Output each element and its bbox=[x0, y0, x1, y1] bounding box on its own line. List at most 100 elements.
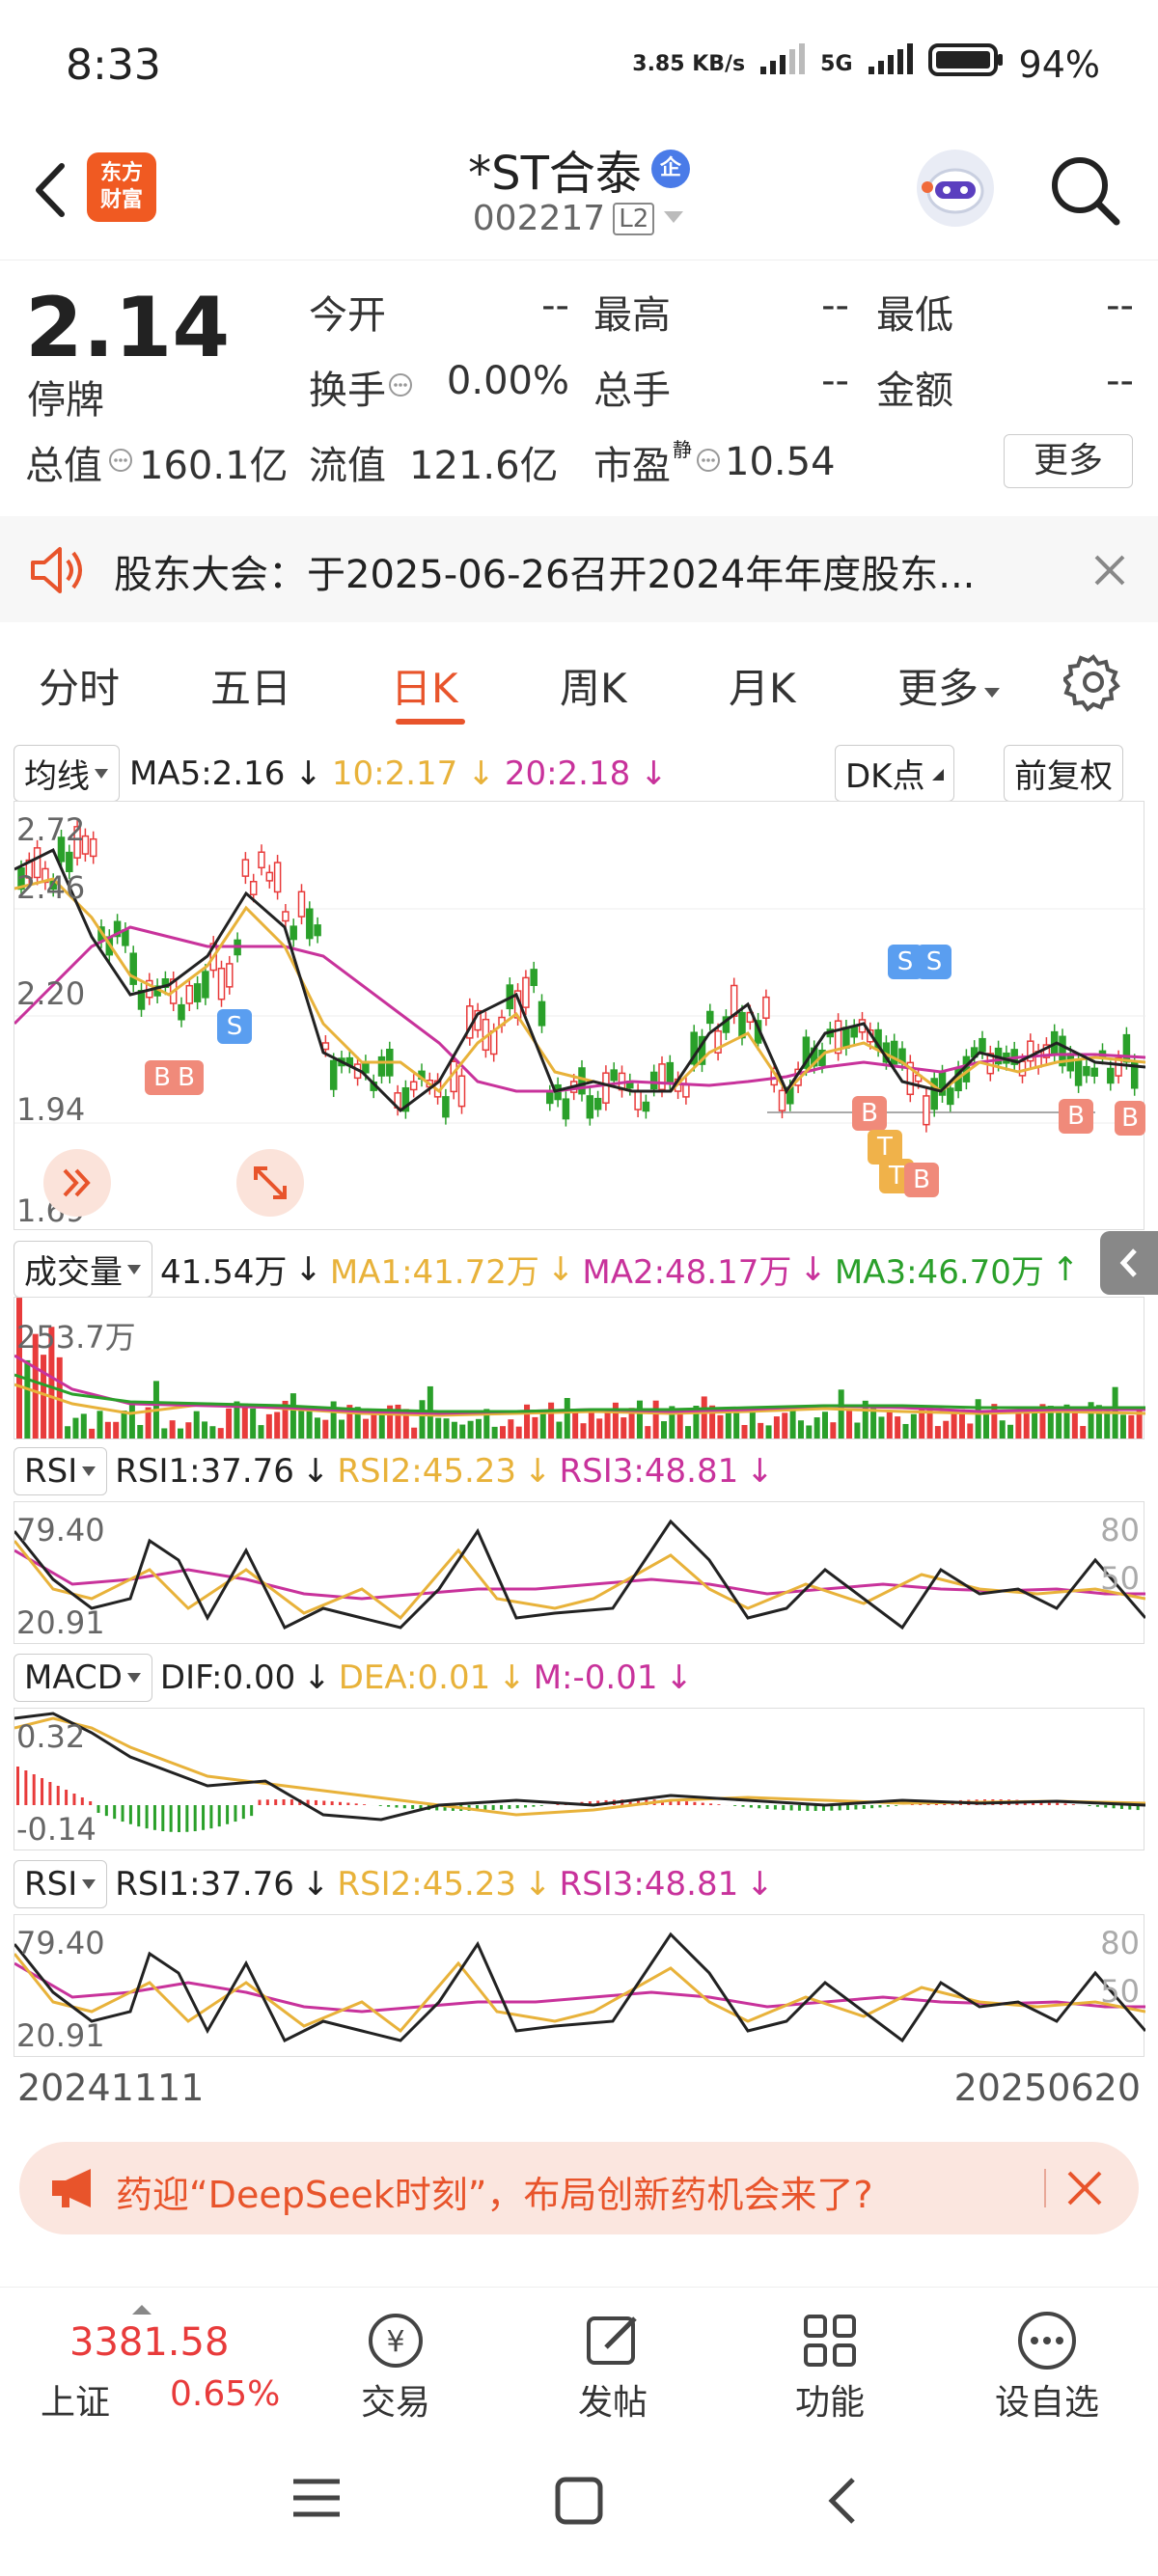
tab-daily-k[interactable]: 日K bbox=[391, 656, 458, 715]
volume-bar bbox=[725, 1409, 731, 1439]
macd-bar bbox=[121, 1805, 124, 1822]
ma-selector[interactable]: 均线 bbox=[14, 745, 120, 802]
rsi-selector[interactable]: RSI bbox=[14, 1447, 108, 1495]
macd-selector[interactable]: MACD bbox=[14, 1654, 152, 1702]
fullscreen-icon[interactable] bbox=[236, 1149, 304, 1217]
rsi2-arrow: ↓ bbox=[524, 1865, 552, 1904]
tab-more[interactable]: 更多 bbox=[897, 656, 1002, 715]
close-icon[interactable] bbox=[1090, 551, 1129, 593]
notice-banner[interactable]: 股东大会：于2025-06-26召开2024年年度股东... bbox=[0, 516, 1158, 622]
buy-signal-icon[interactable]: B bbox=[852, 1096, 887, 1131]
info-icon[interactable] bbox=[386, 370, 415, 403]
sell-signal-icon[interactable]: S bbox=[217, 1009, 252, 1044]
volume-bar bbox=[854, 1422, 861, 1439]
rsi2-value: RSI2:45.23 bbox=[337, 1452, 517, 1491]
volume-max-label: 253.7万 bbox=[16, 1319, 136, 1356]
volume-bar bbox=[128, 1404, 135, 1439]
macd-chart[interactable]: 0.32 -0.14 bbox=[14, 1708, 1146, 1850]
back-nav-icon[interactable] bbox=[822, 2474, 861, 2532]
index-change: 0.65% bbox=[170, 2374, 281, 2414]
volume-bar bbox=[169, 1420, 176, 1439]
caret-down-icon bbox=[126, 1673, 141, 1683]
volume-bar bbox=[104, 1421, 111, 1439]
pe-superscript: 静 bbox=[673, 438, 692, 461]
status-time: 8:33 bbox=[66, 41, 161, 90]
macd-bar bbox=[749, 1805, 753, 1808]
macd-bar bbox=[217, 1805, 221, 1827]
volume-bar bbox=[934, 1426, 941, 1439]
macd-bar bbox=[701, 1802, 704, 1805]
buy-signal-icon[interactable]: B bbox=[1115, 1101, 1145, 1136]
candle-body bbox=[546, 1091, 554, 1105]
candle-body bbox=[538, 1000, 546, 1027]
candle-body bbox=[947, 1087, 954, 1106]
candle-body bbox=[178, 1003, 185, 1021]
macd-dif-arrow: ↓ bbox=[303, 1658, 331, 1697]
volume-chart[interactable]: 253.7万 bbox=[14, 1297, 1146, 1439]
more-button[interactable]: 更多 bbox=[1004, 434, 1133, 488]
buy-signal-icon[interactable]: B bbox=[169, 1060, 204, 1095]
volume-bar bbox=[1119, 1414, 1126, 1439]
battery-icon bbox=[927, 42, 1006, 86]
tab-monthly-k[interactable]: 月K bbox=[729, 656, 796, 715]
volume-ma3: MA3:46.70万 bbox=[834, 1253, 1044, 1292]
ad-banner[interactable]: 药迎“DeepSeek时刻”，布局创新药机会来了? bbox=[19, 2142, 1139, 2234]
candle-body bbox=[682, 1083, 690, 1098]
robot-avatar-icon[interactable] bbox=[912, 145, 999, 235]
volume-bar bbox=[41, 1355, 47, 1439]
settings-gear-icon[interactable] bbox=[1062, 652, 1123, 716]
macd-bar bbox=[782, 1805, 786, 1811]
dk-point-button[interactable]: DK点 bbox=[835, 745, 955, 802]
rsi-selector[interactable]: RSI bbox=[14, 1860, 108, 1908]
corner-caret-icon bbox=[932, 768, 945, 781]
pe-label: 市盈 bbox=[593, 444, 671, 488]
volume-bar bbox=[983, 1411, 989, 1439]
search-icon[interactable] bbox=[1047, 152, 1124, 233]
volume-bar bbox=[620, 1417, 627, 1439]
volume-bar bbox=[178, 1428, 183, 1439]
active-tab-indicator bbox=[396, 719, 465, 725]
rsi-chart-secondary[interactable]: 79.40 20.91 80 50 bbox=[13, 1914, 1147, 2057]
macd-bottom-label: -0.14 bbox=[16, 1811, 96, 1848]
macd-bar bbox=[128, 1805, 132, 1824]
volume-bar bbox=[193, 1411, 200, 1439]
volume-bar bbox=[596, 1418, 603, 1439]
info-icon[interactable] bbox=[694, 446, 723, 479]
nav-functions[interactable]: 功能 bbox=[762, 2307, 897, 2425]
volume-bar bbox=[508, 1419, 514, 1439]
forward-adjust-button[interactable]: 前复权 bbox=[1004, 745, 1123, 802]
volume-bar bbox=[1104, 1411, 1111, 1439]
macd-bar bbox=[72, 1794, 76, 1805]
volume-bar bbox=[411, 1427, 418, 1439]
close-icon[interactable] bbox=[1063, 2167, 1106, 2213]
volume-bar bbox=[500, 1426, 506, 1439]
index-widget[interactable]: 3381.58 上证 0.65% bbox=[19, 2297, 290, 2423]
menu-icon[interactable] bbox=[290, 2474, 344, 2526]
tab-weekly-k[interactable]: 周K bbox=[560, 656, 627, 715]
volume-svg bbox=[14, 1298, 1146, 1439]
volume-ma2: MA2:48.17万 bbox=[582, 1253, 792, 1292]
candle-body bbox=[362, 1061, 370, 1074]
buy-signal-icon[interactable]: B bbox=[1059, 1099, 1093, 1134]
volume-bar bbox=[524, 1404, 531, 1439]
tab-five-day[interactable]: 五日 bbox=[210, 656, 291, 715]
volume-bar bbox=[741, 1424, 748, 1439]
nav-trade[interactable]: ¥ 交易 bbox=[328, 2307, 463, 2425]
volume-bar bbox=[572, 1410, 579, 1439]
buy-signal-icon[interactable]: B bbox=[904, 1163, 939, 1197]
expand-chart-icon[interactable] bbox=[43, 1149, 111, 1217]
tab-intraday[interactable]: 分时 bbox=[39, 656, 120, 715]
rsi-chart[interactable]: 79.40 20.91 80 50 bbox=[13, 1501, 1147, 1644]
kline-chart[interactable]: 2.72 2.46 2.20 1.94 1.69 B B S S S B T T… bbox=[13, 801, 1146, 1230]
index-value: 3381.58 bbox=[69, 2320, 230, 2365]
volume-bar bbox=[604, 1411, 611, 1439]
candle-body bbox=[193, 983, 202, 1002]
nav-post[interactable]: 发帖 bbox=[545, 2307, 680, 2425]
nav-watchlist[interactable]: 设自选 bbox=[979, 2307, 1115, 2425]
collapse-panel-button[interactable] bbox=[1100, 1231, 1158, 1295]
info-icon[interactable] bbox=[106, 446, 135, 479]
sell-signal-icon[interactable]: S bbox=[917, 945, 951, 979]
candle-body bbox=[321, 1042, 330, 1051]
home-icon[interactable] bbox=[552, 2474, 606, 2532]
volume-selector[interactable]: 成交量 bbox=[14, 1241, 152, 1298]
